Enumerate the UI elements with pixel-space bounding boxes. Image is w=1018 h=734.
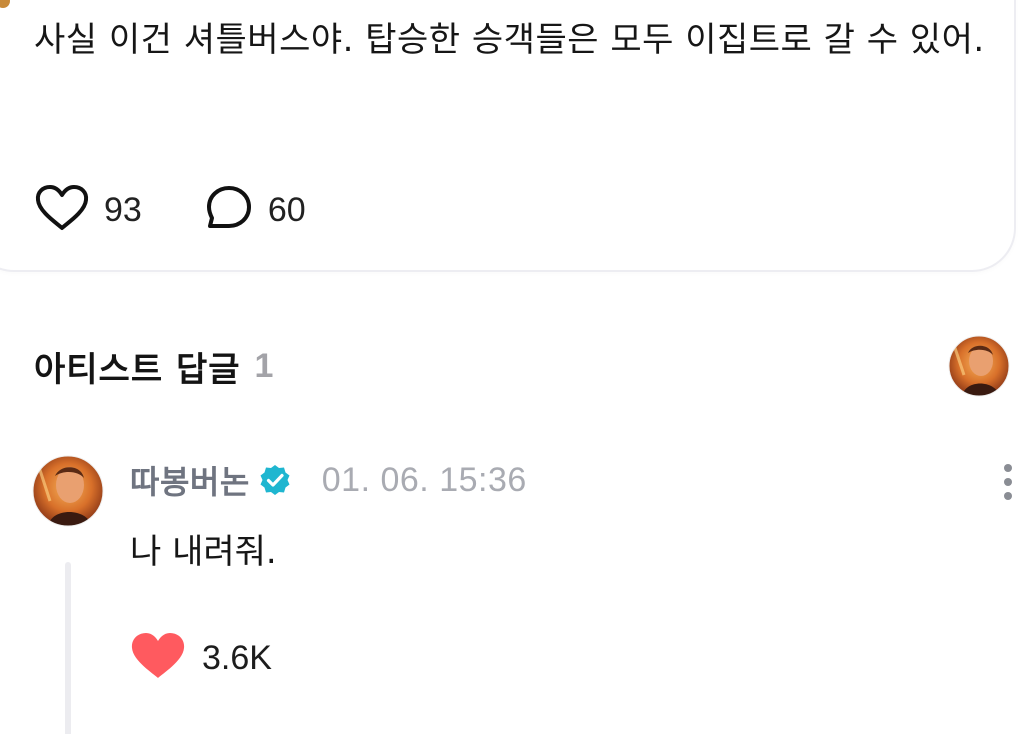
reply-author-name[interactable]: 따봉버논: [130, 457, 250, 503]
post-text: 사실 이건 셔틀버스야. 탑승한 승객들은 모두 이집트로 갈 수 있어.: [34, 20, 985, 60]
speech-bubble-icon: [204, 184, 254, 236]
artist-replies-header: 아티스트 답글 1: [34, 338, 273, 394]
heart-filled-icon: [130, 631, 186, 685]
reply-like-count: 3.6K: [202, 638, 272, 677]
section-count: 1: [254, 346, 274, 385]
heart-outline-icon: [34, 184, 90, 236]
more-vertical-icon[interactable]: [996, 460, 1018, 504]
reply-like-button[interactable]: 3.6K: [130, 630, 272, 686]
reply-author-avatar[interactable]: [32, 455, 104, 527]
post-like-button[interactable]: 93: [34, 184, 142, 236]
post-actions: 93 60: [34, 184, 306, 236]
artist-avatar[interactable]: [948, 335, 1010, 397]
post-comment-button[interactable]: 60: [204, 184, 306, 236]
post-comment-count: 60: [267, 190, 306, 229]
reply-meta: 따봉버논 01. 06. 15:36: [130, 456, 527, 504]
page: 사실 이건 셔틀버스야. 탑승한 승객들은 모두 이집트로 갈 수 있어. 93…: [0, 0, 1018, 734]
thread-line: [65, 562, 71, 734]
post-like-count: 93: [104, 190, 142, 229]
section-title: 아티스트 답글: [34, 349, 241, 390]
reply-timestamp: 01. 06. 15:36: [321, 460, 527, 499]
verified-badge-icon: [258, 463, 292, 497]
reply-text: 나 내려줘.: [130, 532, 277, 572]
